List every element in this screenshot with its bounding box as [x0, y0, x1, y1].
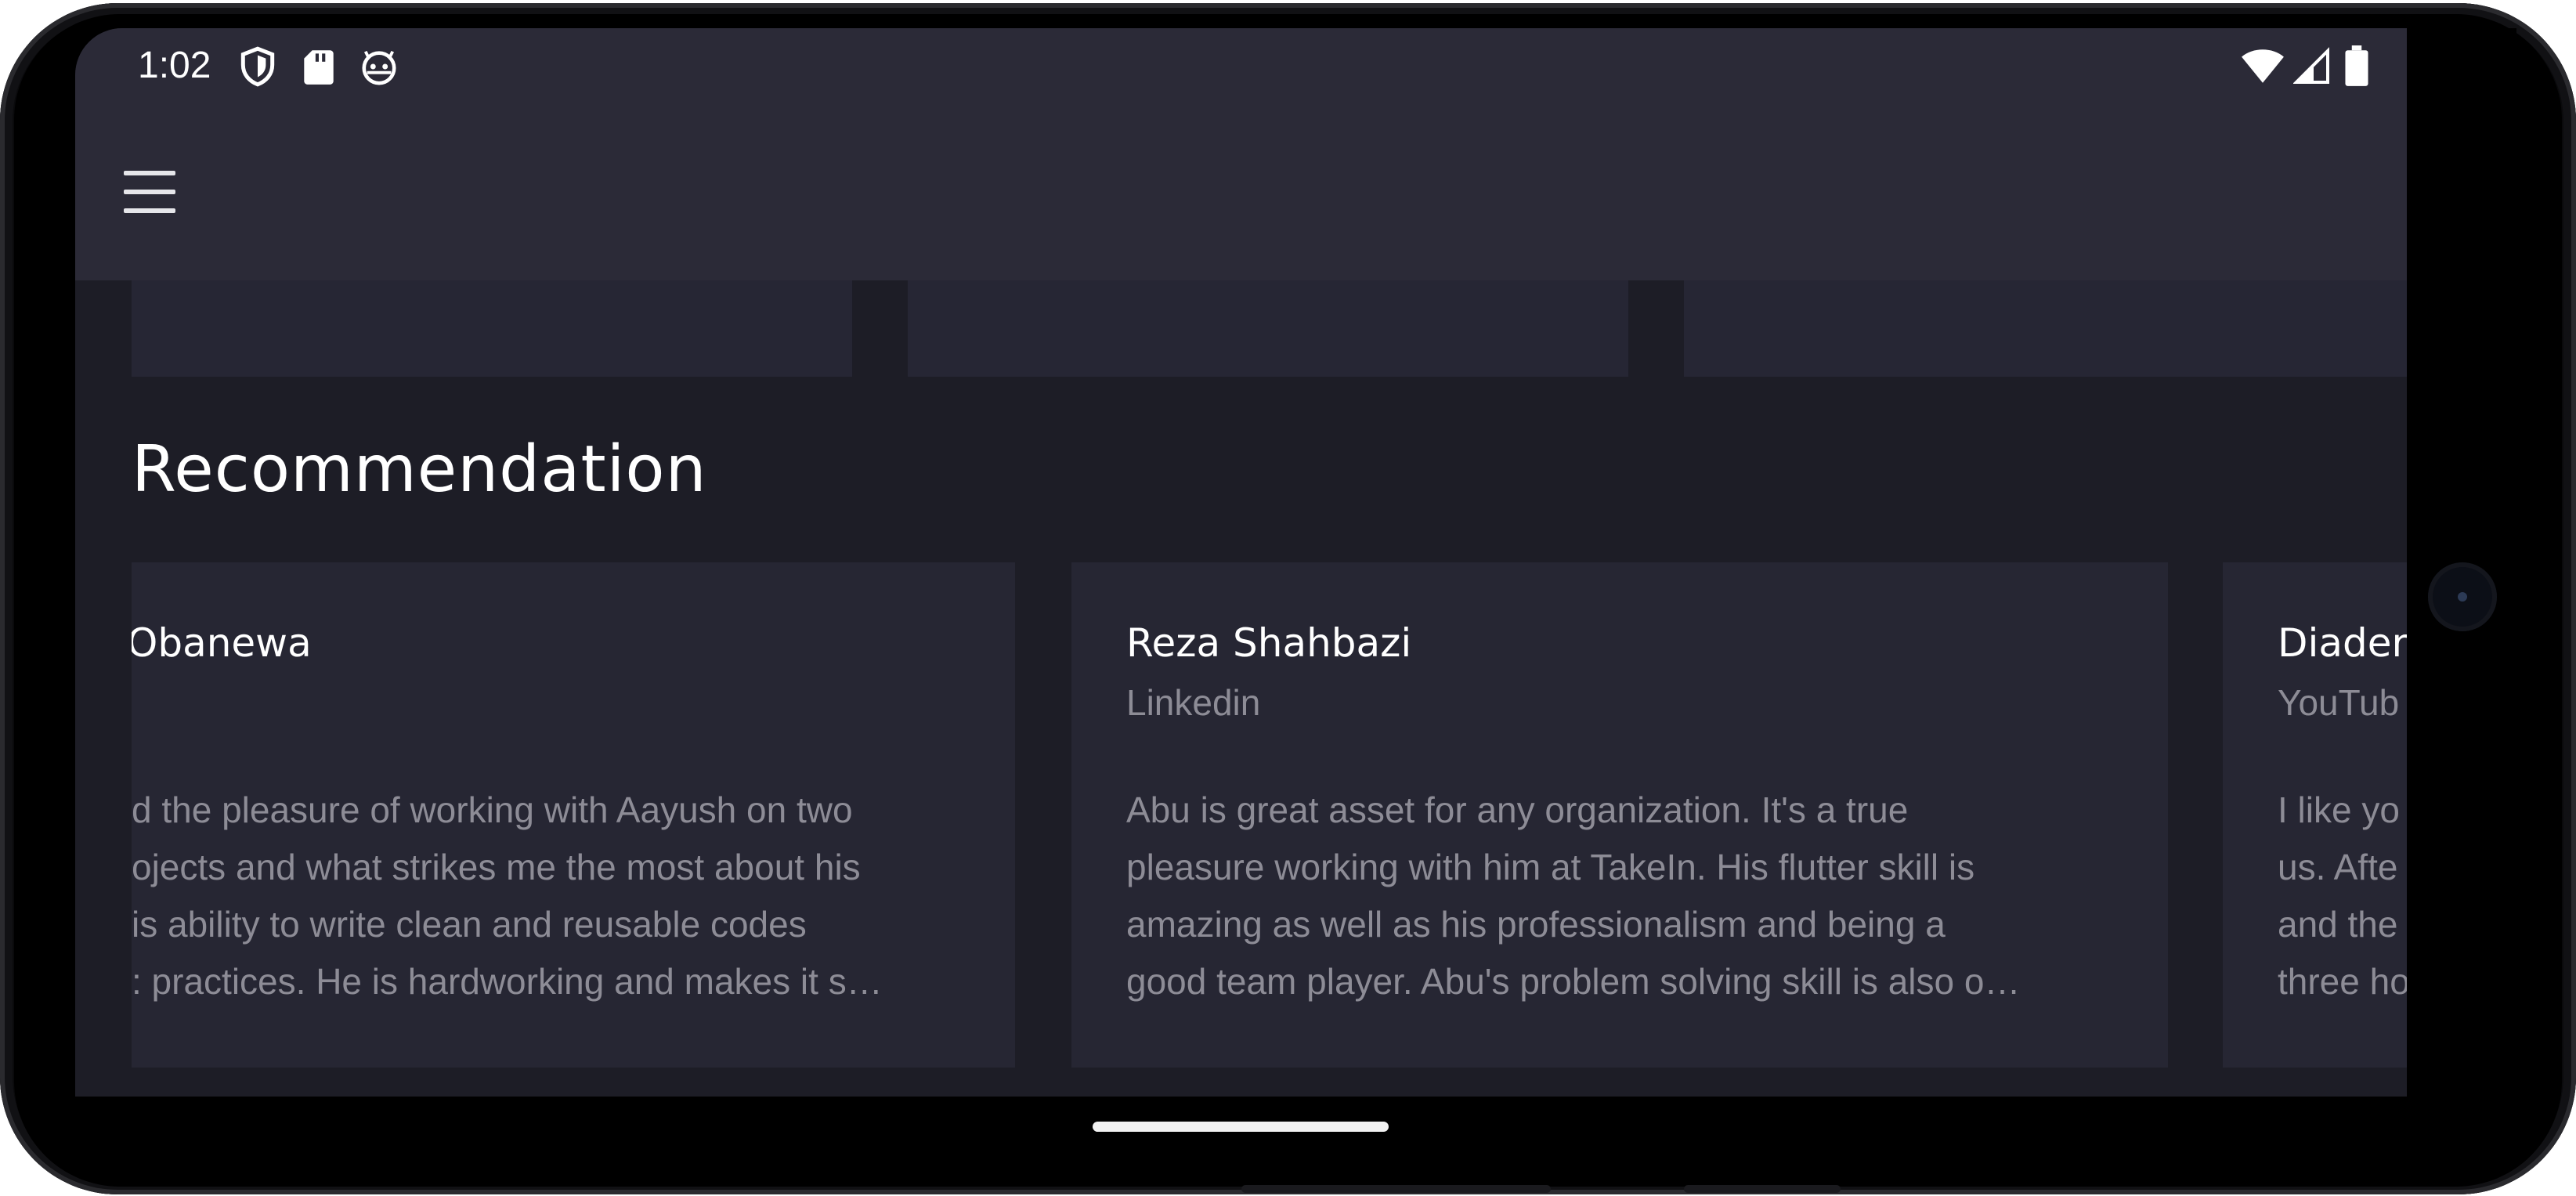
recommender-source: YouTub	[2278, 682, 2400, 723]
recommendation-text-line: amazing as well as his professionalism a…	[1126, 904, 1946, 945]
home-indicator[interactable]	[1093, 1122, 1389, 1132]
recommendation-text: Abu is great asset for any organization.…	[1126, 782, 2020, 1010]
battery-icon	[2345, 45, 2368, 86]
recommendation-text: I like yo us. Afte and the three ho	[2278, 782, 2409, 1010]
project-card[interactable]	[908, 280, 1628, 377]
phone-side-button	[1684, 1185, 1841, 1193]
recommendation-text-line: and the	[2278, 904, 2398, 945]
hamburger-menu-icon[interactable]	[124, 171, 175, 215]
recommendation-text-line: three ho	[2278, 961, 2409, 1002]
recommendation-text-line: Abu is great asset for any organization.…	[1126, 790, 1909, 830]
sd-card-icon	[304, 50, 334, 85]
project-card[interactable]	[1684, 280, 2409, 377]
navigation-bar	[75, 1097, 2516, 1167]
app-screen: 1:02 Recommendation Obanewa d the pleasu…	[75, 28, 2409, 1097]
recommendation-text-line: pleasure working with him at TakeIn. His…	[1126, 847, 1975, 887]
shield-icon	[240, 46, 275, 87]
phone-side-button	[1241, 1185, 1551, 1193]
section-title: Recommendation	[132, 432, 707, 507]
recommender-name: Obanewa	[132, 620, 312, 666]
front-camera	[2428, 562, 2497, 631]
status-bar: 1:02	[75, 28, 2409, 107]
project-card[interactable]	[132, 280, 852, 377]
recommendation-text-line: : practices. He is hardworking and makes…	[132, 961, 883, 1002]
recommendation-card[interactable]: Reza Shahbazi Linkedin Abu is great asse…	[1071, 562, 2168, 1068]
recommendation-text-line: is ability to write clean and reusable c…	[132, 904, 807, 945]
signal-icon	[2293, 47, 2329, 84]
recommendation-text-line: ojects and what strikes me the most abou…	[132, 847, 861, 887]
recommendation-text-line: d the pleasure of working with Aayush on…	[132, 790, 853, 830]
android-face-icon	[362, 50, 396, 85]
recommendation-card[interactable]: Diader YouTub I like yo us. Afte and the…	[2223, 562, 2409, 1068]
recommendation-text-line: I like yo	[2278, 790, 2400, 830]
recommender-name: Diader	[2278, 620, 2408, 666]
app-bar	[75, 107, 2409, 280]
recommendation-card[interactable]: Obanewa d the pleasure of working with A…	[132, 562, 1015, 1068]
recommendation-text-line: us. Afte	[2278, 847, 2398, 887]
status-time: 1:02	[138, 45, 211, 86]
recommendation-text: d the pleasure of working with Aayush on…	[132, 782, 883, 1010]
wifi-icon	[2242, 49, 2284, 83]
recommender-name: Reza Shahbazi	[1126, 620, 1412, 666]
recommender-source: Linkedin	[1126, 682, 1261, 723]
recommendation-text-line: good team player. Abu's problem solving …	[1126, 961, 2021, 1002]
